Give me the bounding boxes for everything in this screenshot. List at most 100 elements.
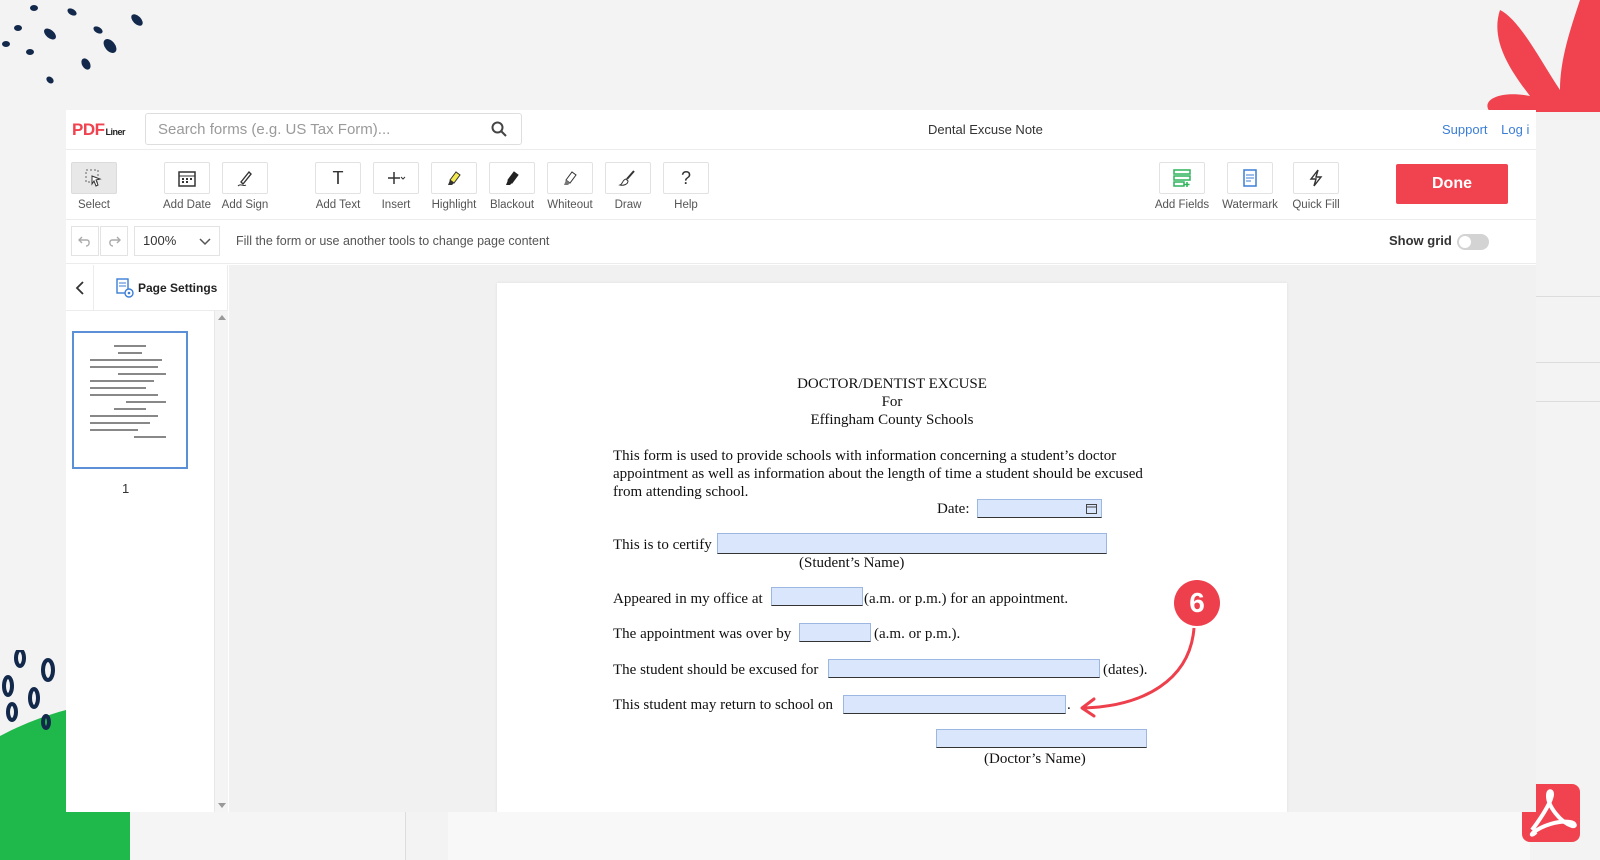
search-box (145, 113, 522, 145)
watermark-tool[interactable]: Watermark (1220, 162, 1280, 211)
intro-paragraph: This form is used to provide schools wit… (613, 448, 1143, 500)
tool-label: Quick Fill (1292, 199, 1340, 211)
help-tool[interactable]: ? Help (656, 162, 716, 211)
instruction-text: Fill the form or use another tools to ch… (236, 234, 550, 248)
zoom-select[interactable]: 100% (134, 226, 220, 256)
chevron-down-icon (199, 238, 211, 246)
document-canvas: DOCTOR/DENTIST EXCUSE For Effingham Coun… (229, 265, 1536, 812)
login-link[interactable]: Log i (1501, 122, 1529, 137)
appointment-end-field[interactable] (799, 623, 871, 642)
add-fields-tool[interactable]: Add Fields (1152, 162, 1212, 211)
collapse-sidebar-button[interactable] (66, 265, 94, 311)
search-input[interactable] (146, 114, 466, 144)
fields-icon (1173, 169, 1191, 187)
document-title: Dental Excuse Note (928, 122, 1043, 137)
insert-tool[interactable]: Insert (366, 162, 426, 211)
select-tool[interactable]: Select (66, 162, 124, 211)
decorative-dots (2, 5, 143, 84)
zoom-value: 100% (143, 233, 177, 248)
lightning-icon (1309, 169, 1323, 187)
return-label: This student may return to school on (613, 697, 833, 713)
pdf-editor-window: PDFLiner Dental Excuse Note Support Log … (66, 110, 1536, 812)
whiteout-tool[interactable]: Whiteout (540, 162, 600, 211)
doctor-name-caption: (Doctor’s Name) (984, 751, 1086, 767)
scroll-up-icon[interactable] (218, 315, 226, 320)
draw-tool[interactable]: Draw (598, 162, 658, 211)
app-logo[interactable]: PDFLiner (72, 120, 126, 140)
whiteout-icon (564, 171, 577, 185)
return-date-field[interactable] (843, 695, 1066, 714)
add-sign-tool[interactable]: Add Sign (215, 162, 275, 211)
excused-label: The student should be excused for (613, 662, 819, 678)
decorative-red-splash (1487, 0, 1600, 112)
done-button[interactable]: Done (1396, 164, 1508, 204)
blackout-icon (506, 171, 519, 185)
highlight-tool[interactable]: Highlight (424, 162, 484, 211)
page-number: 1 (122, 481, 130, 496)
page-sidebar: Page Settings 1 (66, 265, 228, 812)
secondary-toolbar: 100% Fill the form or use another tools … (66, 220, 1536, 264)
text-icon: T (315, 162, 361, 194)
tool-label: Add Text (315, 199, 361, 211)
tool-label: Select (78, 199, 110, 211)
page-settings-button[interactable]: Page Settings (116, 278, 217, 298)
quick-fill-tool[interactable]: Quick Fill (1286, 162, 1346, 211)
heading-line: Effingham County Schools (810, 412, 974, 428)
workspace: Page Settings 1 DOCTOR/DENTIST EXCUSE Fo… (66, 265, 1536, 812)
student-name-caption: (Student’s Name) (799, 555, 905, 571)
document-heading: DOCTOR/DENTIST EXCUSE For Effingham Coun… (497, 375, 1287, 429)
cursor-icon (85, 169, 102, 187)
appeared-label: Appeared in my office at (613, 591, 763, 607)
heading-line: For (881, 394, 903, 410)
excused-dates-field[interactable] (828, 659, 1100, 678)
return-suffix: . (1067, 697, 1071, 713)
top-links: Support Log i (1442, 122, 1536, 137)
over-suffix: (a.m. or p.m.). (874, 626, 961, 642)
signature-pen-icon (237, 170, 252, 187)
add-text-tool[interactable]: T Add Text (308, 162, 368, 211)
date-label: Date: (937, 501, 970, 517)
calendar-icon (1086, 504, 1097, 514)
background-panel (448, 812, 1530, 860)
plus-icon (388, 172, 406, 184)
document-page: DOCTOR/DENTIST EXCUSE For Effingham Coun… (497, 283, 1287, 812)
appointment-time-field[interactable] (771, 587, 863, 606)
sidebar-scrollbar[interactable] (214, 311, 228, 812)
undo-button[interactable] (71, 226, 99, 256)
chevron-left-icon (75, 281, 84, 295)
question-icon: ? (663, 162, 709, 194)
tool-label: Draw (614, 199, 642, 211)
show-grid-toggle[interactable] (1457, 234, 1489, 250)
tool-label: Add Date (163, 199, 211, 211)
search-icon[interactable] (491, 121, 507, 137)
doctor-name-field[interactable] (936, 729, 1147, 748)
heading-line: DOCTOR/DENTIST EXCUSE (797, 376, 987, 392)
background-strip (130, 812, 1530, 860)
logo-main-text: PDF (72, 120, 105, 139)
redo-button[interactable] (100, 226, 128, 256)
add-date-tool[interactable]: Add Date (157, 162, 217, 211)
page-settings-label: Page Settings (138, 281, 218, 295)
tool-label: Watermark (1222, 199, 1278, 211)
date-field[interactable] (977, 499, 1102, 518)
logo-sub-text: Liner (105, 127, 126, 137)
tool-label: Help (674, 199, 698, 211)
decorative-lines (1536, 296, 1600, 402)
support-link[interactable]: Support (1442, 122, 1488, 137)
page-thumbnail[interactable] (72, 331, 188, 469)
tool-label: Add Sign (221, 199, 269, 211)
tool-label: Whiteout (547, 199, 593, 211)
watermark-icon (1243, 169, 1257, 187)
certify-label: This is to certify (613, 537, 712, 553)
appeared-suffix: (a.m. or p.m.) for an appointment. (864, 591, 1069, 607)
tool-label: Blackout (489, 199, 535, 211)
tool-label: Insert (381, 199, 411, 211)
blackout-tool[interactable]: Blackout (482, 162, 542, 211)
highlighter-icon (448, 171, 461, 185)
scroll-down-icon[interactable] (218, 803, 226, 808)
student-name-field[interactable] (717, 533, 1107, 554)
main-toolbar: Select Add Date Add Sign T Add Text Inse… (66, 150, 1536, 220)
background-panel (130, 812, 406, 860)
redo-icon (109, 236, 121, 247)
tool-label: Highlight (431, 199, 477, 211)
